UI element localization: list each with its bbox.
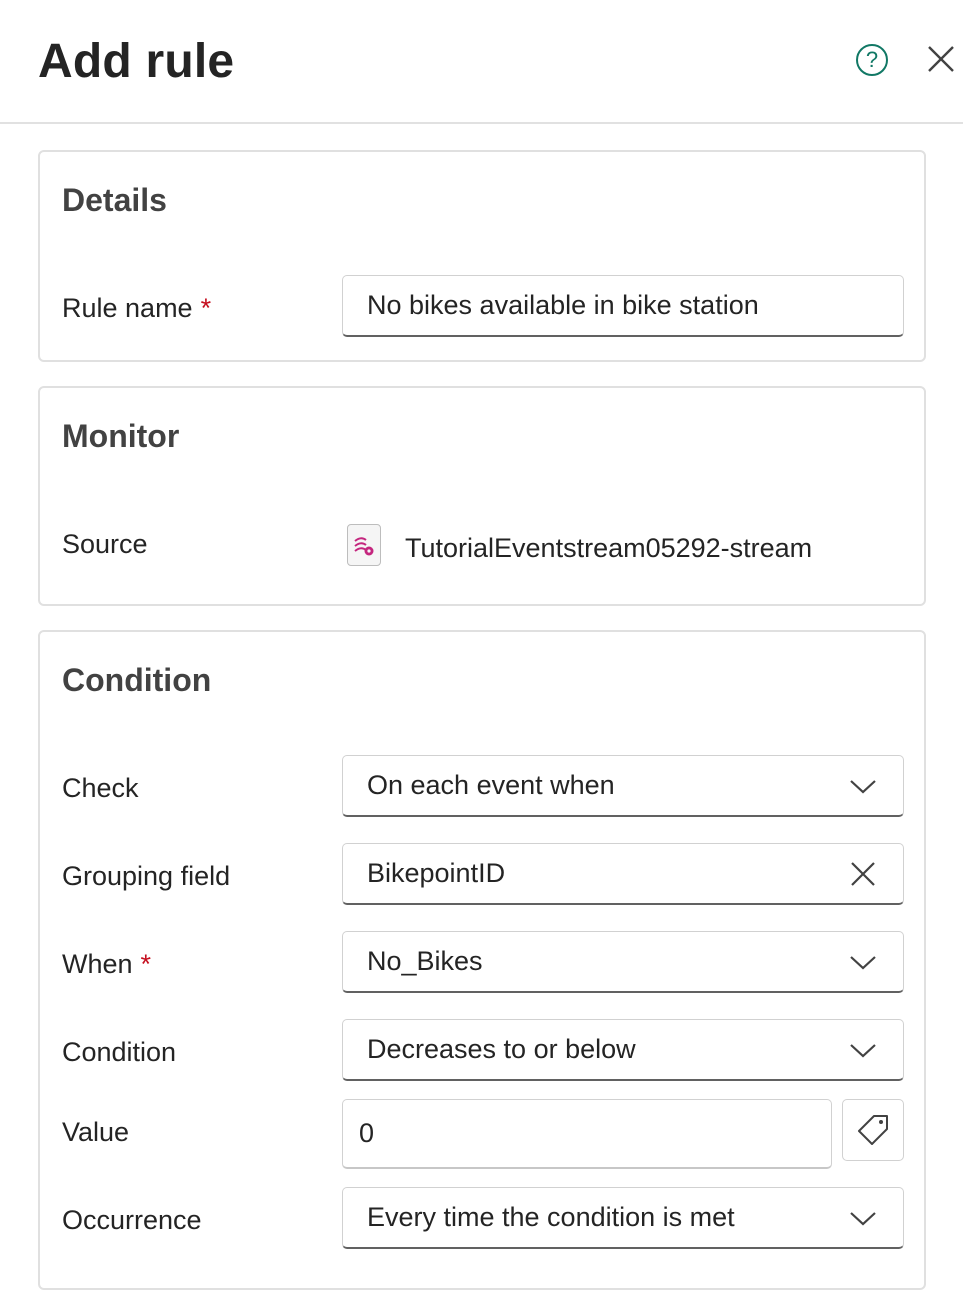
value-input[interactable]: 0 <box>342 1099 832 1169</box>
chevron-down-icon <box>850 780 876 794</box>
occurrence-dropdown[interactable]: Every time the condition is met <box>342 1187 904 1249</box>
grouping-field-value: BikepointID <box>367 858 506 888</box>
value-label: Value <box>62 1117 130 1147</box>
details-title: Details <box>62 182 167 218</box>
check-label: Check <box>62 773 139 803</box>
occurrence-value: Every time the condition is met <box>367 1202 735 1232</box>
source-label: Source <box>62 529 148 559</box>
rule-name-value: No bikes available in bike station <box>367 290 759 320</box>
clear-icon[interactable] <box>849 860 877 888</box>
rule-name-label: Rule name * <box>62 293 211 324</box>
rule-name-input[interactable]: No bikes available in bike station <box>342 275 904 337</box>
condition-title: Condition <box>62 662 212 698</box>
when-dropdown[interactable]: No_Bikes <box>342 931 904 993</box>
required-mark: * <box>140 949 152 979</box>
condition-label: Condition <box>62 1037 177 1067</box>
when-value: No_Bikes <box>367 946 483 976</box>
rule-name-label-text: Rule name <box>62 293 193 323</box>
eventstream-icon <box>347 524 381 566</box>
chevron-down-icon <box>850 1212 876 1226</box>
grouping-field-label: Grouping field <box>62 861 231 891</box>
occurrence-label: Occurrence <box>62 1205 202 1235</box>
condition-dropdown[interactable]: Decreases to or below <box>342 1019 904 1081</box>
when-label: When * <box>62 949 151 980</box>
tag-button[interactable] <box>842 1099 904 1161</box>
help-icon[interactable]: ? <box>856 44 888 76</box>
details-card: Details Rule name * No bikes available in… <box>38 150 926 362</box>
chevron-down-icon <box>850 956 876 970</box>
source-value[interactable]: TutorialEventstream05292-stream <box>405 533 812 564</box>
when-label-text: When <box>62 949 133 979</box>
check-dropdown[interactable]: On each event when <box>342 755 904 817</box>
panel-header: Add rule ? <box>0 0 963 124</box>
value-value: 0 <box>359 1118 375 1148</box>
close-icon[interactable] <box>926 44 956 74</box>
condition-card: Condition Check On each event when Group… <box>38 630 926 1290</box>
grouping-field-input[interactable]: BikepointID <box>342 843 904 905</box>
required-mark: * <box>200 293 212 323</box>
check-value: On each event when <box>367 770 615 800</box>
chevron-down-icon <box>850 1044 876 1058</box>
page-title: Add rule <box>38 35 235 88</box>
monitor-title: Monitor <box>62 418 180 454</box>
tag-icon <box>858 1115 888 1145</box>
monitor-card: Monitor Source TutorialEventstream05292-… <box>38 386 926 606</box>
condition-value: Decreases to or below <box>367 1034 636 1064</box>
